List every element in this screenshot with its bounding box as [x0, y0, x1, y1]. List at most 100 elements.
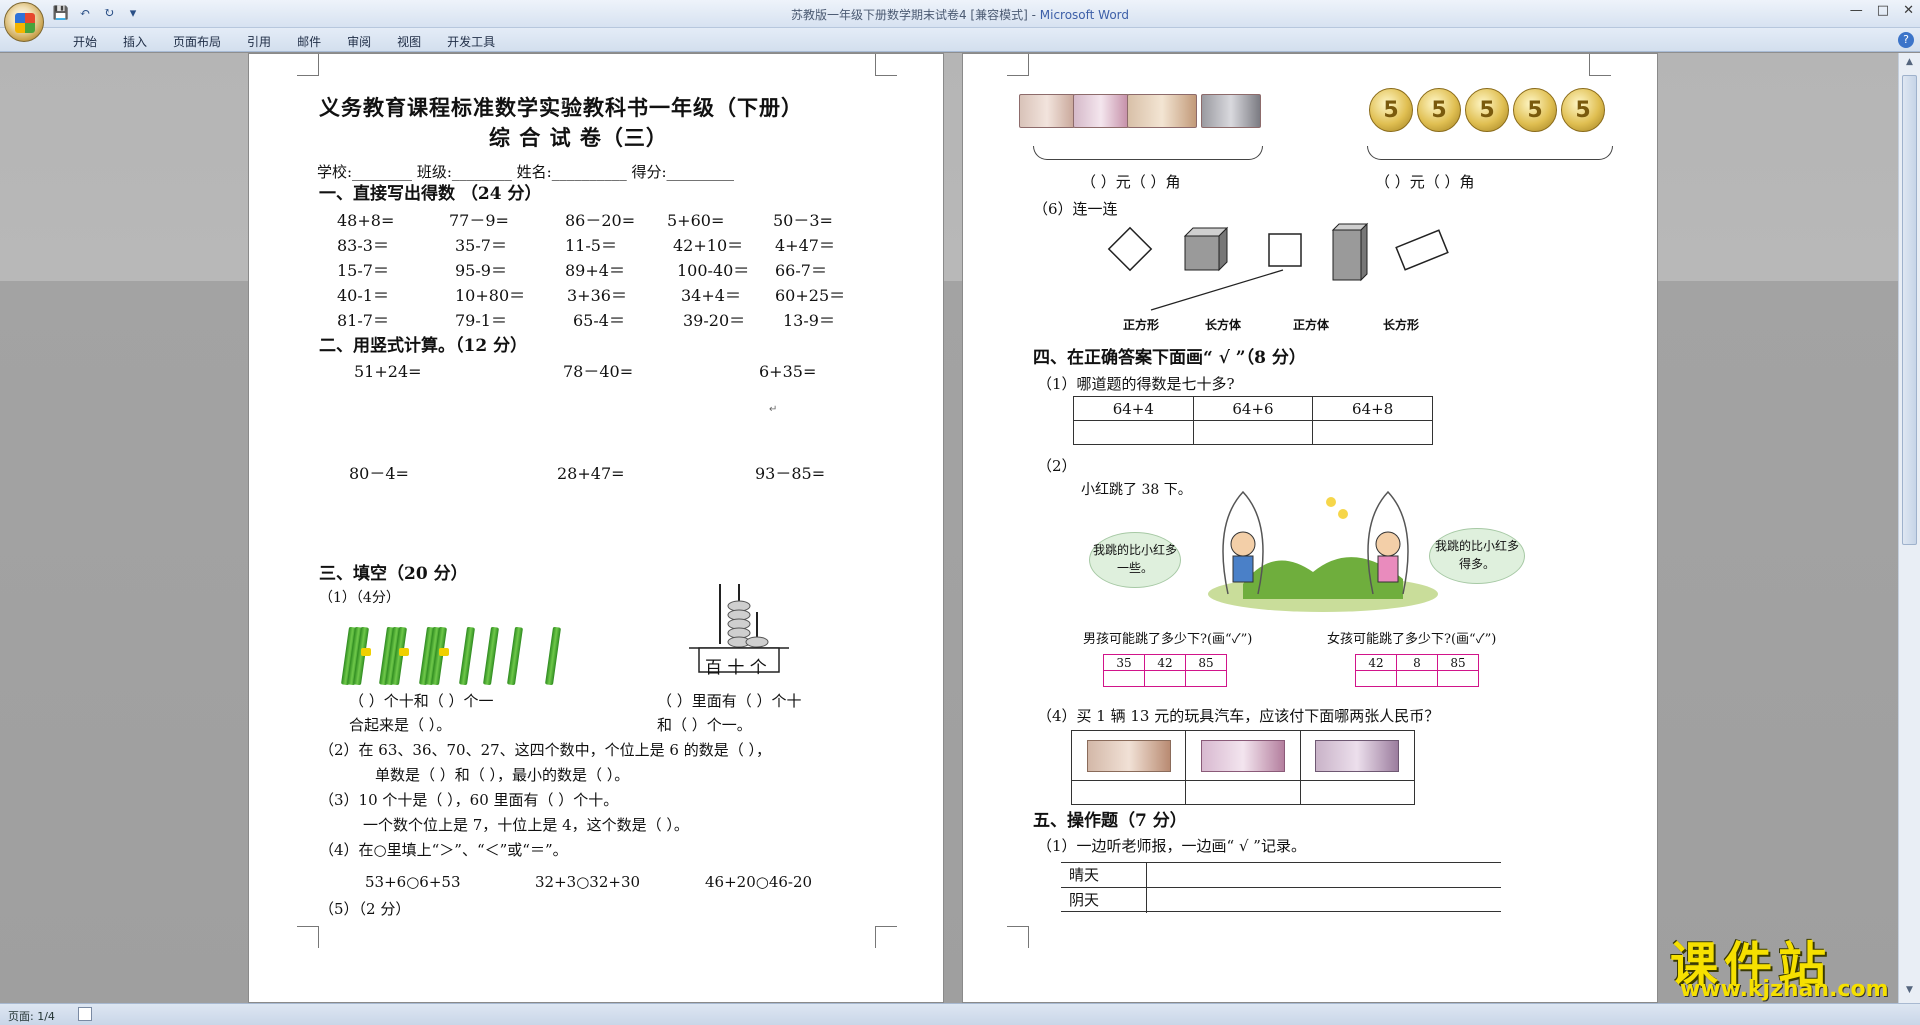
shape-label: 正方体: [1293, 318, 1330, 332]
shape-label: 长方形: [1383, 318, 1420, 332]
crop-mark: [1589, 54, 1611, 76]
shape-label: 正方形: [1123, 318, 1160, 332]
table-cell: 64+8: [1312, 396, 1433, 421]
brace: [1367, 146, 1613, 160]
window-controls: — □ ✕: [1850, 3, 1914, 18]
table-cell[interactable]: [1299, 780, 1416, 805]
fill-blank-line: 和（ ）个一。: [657, 716, 752, 734]
shape-label: 长方体: [1205, 318, 1242, 332]
table-cell[interactable]: [1070, 780, 1187, 805]
minimize-button[interactable]: —: [1850, 3, 1863, 18]
document-page-1[interactable]: 义务教育课程标准数学实验教科书一年级（下册） 综 合 试 卷（三） 学校:___…: [248, 53, 944, 1003]
girl-options-table: 42 8 85: [1355, 654, 1479, 687]
table-cell[interactable]: [1437, 670, 1479, 687]
section-3-heading: 三、填空（20 分）: [319, 564, 468, 584]
tab-mailings[interactable]: 邮件: [284, 30, 334, 53]
scroll-up-arrow-icon[interactable]: ▲: [1903, 57, 1916, 69]
abacus-label: 百 十 个: [705, 658, 767, 678]
girl-question: 女孩可能跳了多少下?(画“✓”): [1327, 632, 1497, 647]
arith-item: 89+4＝: [565, 261, 625, 280]
boy-options-table: 35 42 85: [1103, 654, 1227, 687]
question-3-3-cont: 一个数个位上是 7，十位上是 4，这个数是（ ）。: [363, 816, 689, 834]
fill-blank-line: （ ）个十和（ ）个一: [349, 692, 494, 710]
fill-blank-line: （ ）里面有（ ）个十: [657, 692, 802, 710]
speech-bubble-girl: 我跳的比小红多得多。: [1429, 528, 1525, 584]
help-button[interactable]: ?: [1898, 32, 1914, 48]
fill-blank-line: 合起来是（ ）。: [349, 716, 452, 734]
banknote-image: [1086, 739, 1171, 772]
tab-review[interactable]: 审阅: [334, 30, 384, 53]
compare-item: 53+6○6+53: [365, 873, 461, 891]
table-cell: 64+4: [1073, 396, 1194, 421]
arith-item: 81-7＝: [337, 311, 389, 330]
question-4-2: （2）: [1037, 457, 1077, 475]
arith-item: 35-7＝: [455, 236, 507, 255]
scrollbar-thumb[interactable]: [1902, 75, 1917, 545]
vertical-calc-item: 51+24=: [354, 362, 422, 381]
vertical-scrollbar[interactable]: ▲ ▼: [1898, 53, 1920, 1003]
question-3-5: （5）（2 分）: [319, 900, 411, 918]
arith-item: 86－20=: [565, 211, 636, 230]
crop-mark: [297, 926, 319, 948]
table-cell[interactable]: [1192, 420, 1314, 445]
office-button[interactable]: [4, 2, 44, 42]
office-logo-icon: [15, 13, 35, 33]
vertical-calc-item: 80－4=: [349, 464, 409, 483]
title-bar: 💾 ↶ ↻ ▾ 苏教版一年级下册数学期末试卷4 [兼容模式] - Microso…: [0, 0, 1920, 28]
table-cell: 35: [1103, 654, 1145, 671]
table-cell: 85: [1437, 654, 1479, 671]
tab-view[interactable]: 视图: [384, 30, 434, 53]
scroll-down-arrow-icon[interactable]: ▼: [1903, 985, 1916, 997]
table-cell[interactable]: [1355, 670, 1397, 687]
site-watermark: 课件站 www.kjzhan.com: [1670, 925, 1900, 1003]
section-4-heading: 四、在正确答案下面画“ √ ”（8 分）: [1033, 348, 1306, 368]
arith-item: 42+10＝: [673, 236, 744, 255]
table-cell[interactable]: [1396, 670, 1438, 687]
brace: [1033, 146, 1263, 160]
tab-insert[interactable]: 插入: [110, 30, 160, 53]
question-5-1: （1）一边听老师报，一边画“ √ ”记录。: [1037, 837, 1306, 855]
table-cell[interactable]: [1185, 780, 1301, 805]
vertical-calc-item: 6+35=: [759, 362, 817, 381]
table-cell[interactable]: [1312, 420, 1433, 445]
vertical-calc-item: 28+47=: [557, 464, 625, 483]
table-cell[interactable]: [1073, 420, 1194, 445]
exam-subtitle: 综 合 试 卷（三）: [489, 125, 668, 150]
banknote-image: [1200, 739, 1285, 772]
crop-mark: [1007, 54, 1029, 76]
boy-question: 男孩可能跳了多少下?(画“✓”): [1083, 632, 1253, 647]
weather-label: 晴天: [1069, 866, 1100, 884]
tab-page-layout[interactable]: 页面布局: [160, 30, 234, 53]
table-cell[interactable]: [1144, 670, 1186, 687]
question-3-2: （2）在 63、36、70、27、这四个数中，个位上是 6 的数是（ ），: [319, 741, 772, 759]
tab-developer[interactable]: 开发工具: [434, 30, 508, 53]
coin-icon: 5: [1465, 88, 1509, 132]
question-3-3: （3）10 个十是（ ），60 里面有（ ）个十。: [319, 791, 619, 809]
page-indicator[interactable]: 页面: 1/4: [8, 1008, 55, 1024]
tab-references[interactable]: 引用: [234, 30, 284, 53]
arith-item: 40-1＝: [337, 286, 389, 305]
maximize-button[interactable]: □: [1877, 3, 1889, 18]
compare-item: 32+3○32+30: [535, 873, 641, 891]
paragraph-mark-icon: ↵: [561, 98, 570, 109]
table-cell[interactable]: [1103, 670, 1145, 687]
arith-item: 39-20＝: [683, 311, 746, 330]
money-answer-blank: （ ）元（ ）角: [1375, 173, 1475, 191]
watermark-url: www.kjzhan.com: [1680, 977, 1889, 1002]
document-page-2[interactable]: （ ）元（ ）角 5 5 5 5 5 （ ）元（ ）角 （6）连一连 正方形 长…: [962, 53, 1658, 1003]
student-info-line: 学校:________ 班级:________ 姓名:__________ 得分…: [317, 163, 735, 181]
tab-home[interactable]: 开始: [60, 30, 110, 53]
coin-icon: 5: [1417, 88, 1461, 132]
coin-icon: 5: [1369, 88, 1413, 132]
speech-bubble-boy: 我跳的比小红多一些。: [1089, 532, 1181, 588]
table-cell: 64+6: [1192, 396, 1314, 421]
table-cell: 8: [1396, 654, 1438, 671]
banknote-image: [1315, 739, 1400, 772]
table-cell[interactable]: [1185, 670, 1227, 687]
close-button[interactable]: ✕: [1903, 3, 1914, 18]
arith-item: 66-7＝: [775, 261, 827, 280]
proofing-icon[interactable]: [78, 1007, 92, 1021]
question-4-1: （1）哪道题的得数是七十多?: [1037, 375, 1235, 393]
banknote-choice-table: [1070, 730, 1416, 805]
coin-icon: 5: [1513, 88, 1557, 132]
